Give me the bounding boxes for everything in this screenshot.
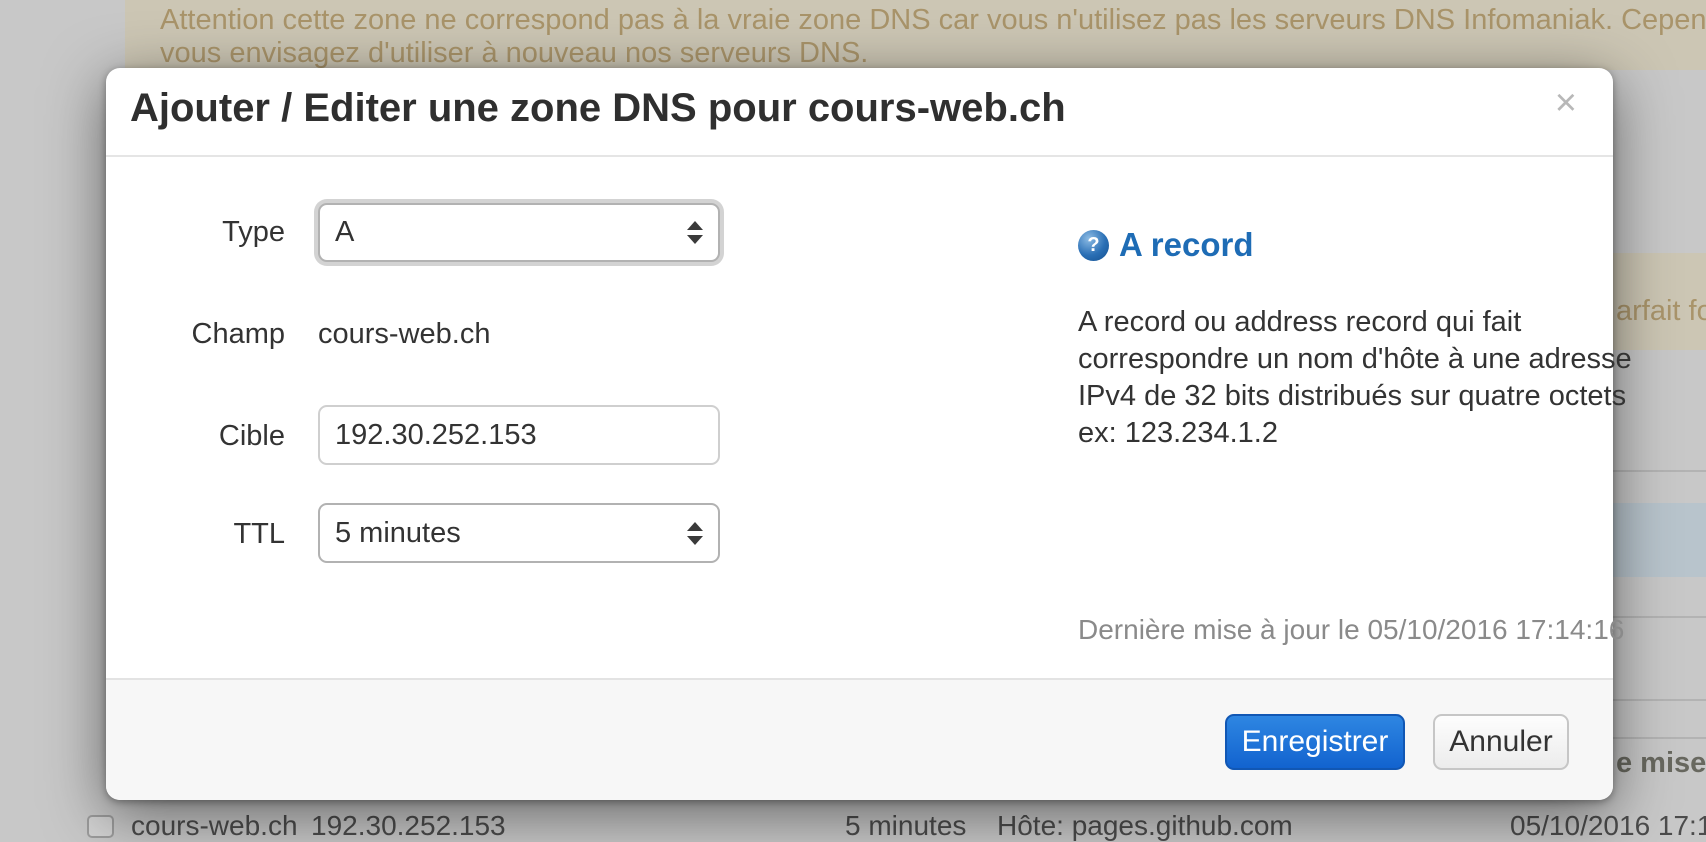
warning-text-line2: vous envisagez d'utiliser à nouveau nos … bbox=[160, 37, 869, 69]
help-description-line: A record ou address record qui fait bbox=[1078, 306, 1522, 338]
help-description: A record ou address record qui fait corr… bbox=[1078, 304, 1632, 452]
row-date: 05/10/2016 17:1 bbox=[1510, 810, 1706, 841]
row-ttl: 5 minutes bbox=[845, 810, 967, 841]
cancel-button[interactable]: Annuler bbox=[1433, 714, 1569, 770]
banner-fragment-text: arfait for bbox=[1616, 295, 1706, 327]
help-description-line: ex: 123.234.1.2 bbox=[1078, 417, 1278, 449]
cible-label: Cible bbox=[218, 420, 285, 452]
row-target: Hôte: pages.github.com bbox=[997, 810, 1293, 841]
help-heading: ? A record bbox=[1078, 226, 1253, 264]
stepper-arrows-icon bbox=[680, 521, 710, 545]
help-description-line: IPv4 de 32 bits distribués sur quatre oc… bbox=[1078, 380, 1627, 412]
cible-input[interactable] bbox=[318, 405, 720, 465]
close-icon[interactable]: × bbox=[1555, 84, 1577, 122]
row-checkbox[interactable] bbox=[87, 815, 114, 838]
help-circle-icon: ? bbox=[1078, 229, 1109, 261]
stepper-arrows-icon bbox=[680, 221, 710, 244]
dialog-footer: Enregistrer Annuler bbox=[106, 678, 1613, 800]
help-title: A record bbox=[1119, 226, 1254, 263]
warning-text-line1: Attention cette zone ne correspond pas à… bbox=[160, 4, 1706, 36]
dialog-title: Ajouter / Editer une zone DNS pour cours… bbox=[130, 86, 1066, 130]
dns-zone-edit-dialog: Ajouter / Editer une zone DNS pour cours… bbox=[106, 68, 1632, 800]
row-ip: 192.30.252.153 bbox=[311, 810, 506, 841]
type-select[interactable]: A bbox=[318, 203, 720, 262]
help-description-line: correspondre un nom d'hôte à une adresse bbox=[1078, 343, 1632, 375]
champ-value: cours-web.ch bbox=[318, 318, 491, 350]
last-update-text: Dernière mise à jour le 05/10/2016 17:14… bbox=[1078, 614, 1625, 645]
champ-label: Champ bbox=[191, 318, 286, 350]
type-select-value: A bbox=[335, 216, 355, 248]
dns-warning-banner: Attention cette zone ne correspond pas à… bbox=[125, 0, 1706, 70]
save-button[interactable]: Enregistrer bbox=[1225, 714, 1405, 770]
ttl-select[interactable]: 5 minutes bbox=[318, 503, 720, 563]
type-label: Type bbox=[222, 216, 285, 248]
ttl-label: TTL bbox=[233, 518, 285, 550]
ttl-select-value: 5 minutes bbox=[335, 516, 461, 549]
table-header-fragment: e mise à bbox=[1616, 747, 1706, 779]
row-domain: cours-web.ch bbox=[131, 810, 298, 841]
dialog-header: Ajouter / Editer une zone DNS pour cours… bbox=[106, 68, 1613, 157]
